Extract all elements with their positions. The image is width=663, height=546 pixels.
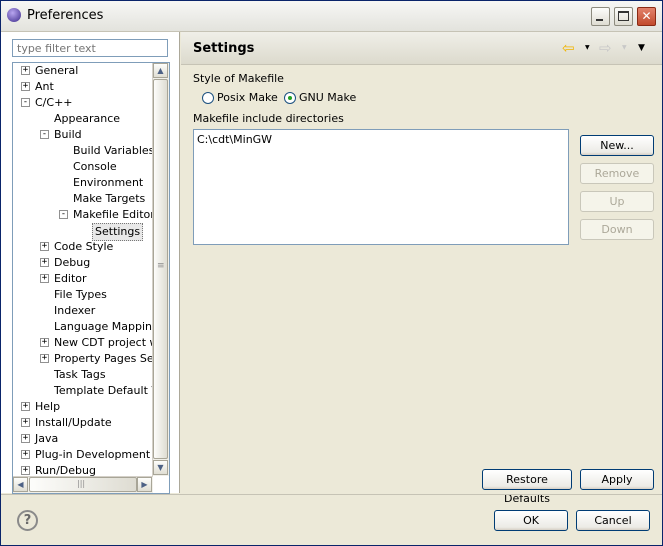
makefile-style-label: Style of Makefile	[193, 72, 284, 85]
page-header: Settings ⇦ ▼ ⇨ ▼ ▼	[181, 32, 662, 65]
view-menu-icon[interactable]: ▼	[638, 43, 645, 53]
include-dir-item[interactable]: C:\cdt\MinGW	[197, 133, 272, 146]
filter-input[interactable]	[12, 39, 168, 57]
expand-icon[interactable]: +	[21, 82, 30, 91]
tree-item-label[interactable]: File Types	[54, 287, 107, 303]
scroll-thumb-h[interactable]: |||	[29, 477, 137, 492]
tree-item-label[interactable]: Appearance	[54, 111, 120, 127]
tree-item-label[interactable]: Code Style	[54, 239, 113, 255]
ok-button[interactable]: OK	[494, 510, 568, 531]
expand-icon[interactable]: +	[21, 66, 30, 75]
dialog-footer: ? OK Cancel	[1, 494, 662, 545]
expand-icon[interactable]: +	[21, 402, 30, 411]
down-button[interactable]: Down	[580, 219, 654, 240]
scroll-down-icon[interactable]: ▼	[153, 460, 168, 475]
tree-item-label[interactable]: Build	[54, 127, 82, 143]
maximize-icon	[618, 11, 629, 21]
tree-item-label[interactable]: Java	[35, 431, 58, 447]
tree-item-label[interactable]: C/C++	[35, 95, 73, 111]
forward-dropdown-icon[interactable]: ▼	[622, 44, 627, 51]
forward-arrow-icon[interactable]: ⇨	[599, 39, 612, 57]
tree-item-label[interactable]: Ant	[35, 79, 54, 95]
expand-icon[interactable]: +	[21, 466, 30, 475]
tree-item-label[interactable]: Property Pages Setti	[54, 351, 165, 367]
scroll-thumb[interactable]: ≡	[153, 79, 168, 459]
collapse-icon[interactable]: -	[21, 98, 30, 107]
tree-item-label[interactable]: Build Variables	[73, 143, 154, 159]
apply-button[interactable]: Apply	[580, 469, 654, 490]
collapse-icon[interactable]: -	[40, 130, 49, 139]
preference-tree[interactable]: + General + Ant - C/C++ Appearance - Build Build …	[12, 62, 170, 494]
up-button[interactable]: Up	[580, 191, 654, 212]
help-icon[interactable]: ?	[17, 510, 38, 531]
remove-button[interactable]: Remove	[580, 163, 654, 184]
close-icon: ✕	[641, 9, 652, 23]
include-dirs-label: Makefile include directories	[193, 112, 344, 125]
tree-item-label[interactable]: Help	[35, 399, 60, 415]
maximize-button[interactable]	[614, 7, 633, 26]
expand-icon[interactable]: +	[21, 418, 30, 427]
expand-icon[interactable]: +	[40, 258, 49, 267]
posix-make-label[interactable]: Posix Make	[217, 91, 278, 104]
tree-item-label[interactable]: Make Targets	[73, 191, 145, 207]
scroll-up-icon[interactable]: ▲	[153, 63, 168, 78]
new-button[interactable]: New...	[580, 135, 654, 156]
close-button[interactable]: ✕	[637, 7, 656, 26]
restore-defaults-button[interactable]: Restore Defaults	[482, 469, 572, 505]
tree-horizontal-scrollbar[interactable]: ◀ ||| ▶	[13, 476, 153, 493]
tree-item-label[interactable]: Environment	[73, 175, 143, 191]
tree-item-label[interactable]: Install/Update	[35, 415, 112, 431]
window-title: Preferences	[27, 8, 104, 23]
title-bar[interactable]: Preferences ✕	[1, 1, 662, 32]
grip-h-icon: |||	[77, 479, 86, 488]
tree-item-label[interactable]: Indexer	[54, 303, 95, 319]
back-arrow-icon[interactable]: ⇦	[562, 39, 575, 57]
tree-item-label[interactable]: Plug-in Development	[35, 447, 150, 463]
scroll-right-icon[interactable]: ▶	[137, 477, 152, 492]
gnu-make-label[interactable]: GNU Make	[299, 91, 356, 104]
expand-icon[interactable]: +	[40, 354, 49, 363]
collapse-icon[interactable]: -	[59, 210, 68, 219]
minimize-icon	[596, 19, 603, 21]
gnu-make-radio[interactable]	[284, 92, 296, 104]
tree-vertical-scrollbar[interactable]: ▲ ≡ ▼	[152, 63, 169, 476]
page-title: Settings	[193, 41, 255, 56]
expand-icon[interactable]: +	[40, 338, 49, 347]
eclipse-icon	[7, 8, 21, 22]
preferences-window: Preferences ✕ +General+Ant-C/C++Appearan…	[0, 0, 663, 546]
tree-item-label[interactable]: General	[35, 63, 78, 79]
expand-icon[interactable]: +	[21, 450, 30, 459]
left-pane: +General+Ant-C/C++Appearance-BuildBuild …	[1, 32, 180, 494]
grip-icon: ≡	[157, 261, 165, 271]
include-dirs-list[interactable]: C:\cdt\MinGW	[193, 129, 569, 245]
scroll-left-icon[interactable]: ◀	[13, 477, 28, 492]
tree-item-label[interactable]: Task Tags	[54, 367, 106, 383]
tree-item-label[interactable]: Console	[73, 159, 117, 175]
settings-page: Settings ⇦ ▼ ⇨ ▼ ▼ Style of Makefile Pos…	[181, 32, 662, 505]
tree-item-label[interactable]: Language Mappings	[54, 319, 165, 335]
expand-icon[interactable]: +	[21, 434, 30, 443]
tree-item-label[interactable]: Editor	[54, 271, 87, 287]
posix-make-radio[interactable]	[202, 92, 214, 104]
tree-item-label[interactable]: Makefile Editor	[73, 207, 155, 223]
tree-item-label[interactable]: Debug	[54, 255, 90, 271]
tree-item-label[interactable]: Template Default Val	[54, 383, 168, 399]
back-dropdown-icon[interactable]: ▼	[585, 44, 590, 51]
tree-item-label[interactable]: New CDT project wiz	[54, 335, 167, 351]
expand-icon[interactable]: +	[40, 242, 49, 251]
minimize-button[interactable]	[591, 7, 610, 26]
cancel-button[interactable]: Cancel	[576, 510, 650, 531]
expand-icon[interactable]: +	[40, 274, 49, 283]
